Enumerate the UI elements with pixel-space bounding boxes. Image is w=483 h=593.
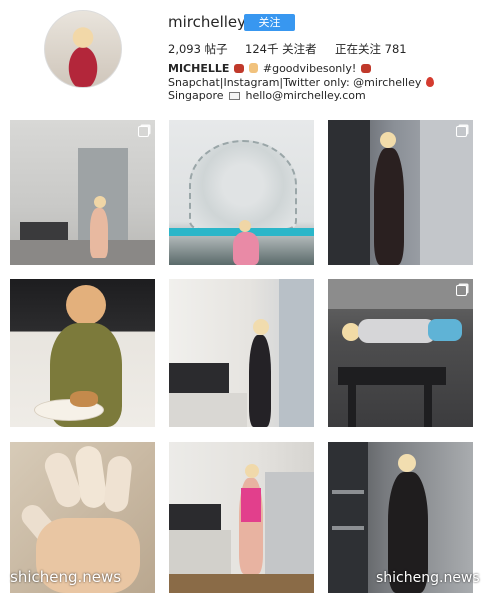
photo-tile-3[interactable] xyxy=(328,120,473,265)
watermark-right: shicheng.news xyxy=(376,570,480,586)
bio-line-2: Snapchat|Instagram|Twitter only: @mirche… xyxy=(168,76,435,90)
followers-count[interactable]: 124千 关注者 xyxy=(245,41,317,57)
photo-tile-2[interactable] xyxy=(169,120,314,265)
multiple-photos-icon xyxy=(456,126,467,137)
bio-social: Snapchat|Instagram|Twitter only: @mirche… xyxy=(168,75,422,89)
bio-line-1: MICHELLE #goodvibesonly! xyxy=(168,62,435,76)
handbag-icon xyxy=(233,64,244,73)
avatar[interactable] xyxy=(44,10,122,88)
username: mirchelley xyxy=(168,13,247,31)
profile-header: mirchelley 关注 2,093 帖子 124千 关注者 正在关注 781… xyxy=(0,0,483,115)
photo-tile-5[interactable] xyxy=(169,279,314,427)
photo-tile-4[interactable] xyxy=(10,279,155,427)
bio-hashtag[interactable]: #goodvibesonly! xyxy=(263,62,356,75)
posts-count: 2,093 帖子 xyxy=(168,42,228,56)
watermark-left: shicheng.news xyxy=(10,568,122,586)
round-pushpin-icon xyxy=(425,76,434,87)
photo-tile-8[interactable] xyxy=(169,442,314,593)
multiple-photos-icon xyxy=(456,285,467,296)
follow-button[interactable]: 关注 xyxy=(244,14,295,31)
bio-email[interactable]: hello@mirchelley.com xyxy=(246,89,366,102)
bio-line-3: Singapore hello@mirchelley.com xyxy=(168,89,435,103)
envelope-icon xyxy=(229,92,240,100)
photo-grid: shicheng.news shicheng.news xyxy=(10,120,480,593)
handbag-icon xyxy=(360,64,371,73)
photo-tile-1[interactable] xyxy=(10,120,155,265)
bio-name: MICHELLE xyxy=(168,62,230,75)
photo-tile-6[interactable] xyxy=(328,279,473,427)
hand-icon xyxy=(249,63,259,73)
bio-location: Singapore xyxy=(168,89,224,102)
profile-bio: MICHELLE #goodvibesonly! Snapchat|Instag… xyxy=(168,62,435,103)
following-count[interactable]: 正在关注 781 xyxy=(335,41,407,57)
multiple-photos-icon xyxy=(138,126,149,137)
